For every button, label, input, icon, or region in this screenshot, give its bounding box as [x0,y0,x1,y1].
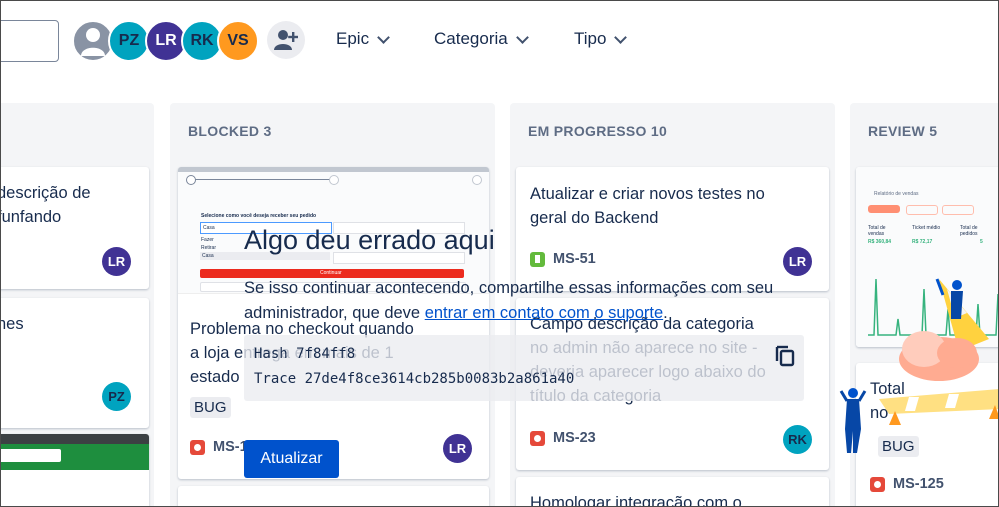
preview-top-bar [178,167,489,172]
board-card[interactable] [178,486,489,506]
preview-stat-value: 5 [980,239,983,245]
add-user-button[interactable] [267,21,305,59]
card-tag: BUG [190,397,231,418]
filter-epic-label: Epic [336,29,370,48]
issue-key-label: MS-125 [893,476,944,492]
copy-icon [775,345,795,367]
issue-key-label: MS-23 [553,430,596,446]
error-illustration [839,278,998,453]
column-title: EM PROGRESSO 10 [528,123,668,139]
card-issue-key[interactable]: MS-51 [530,251,596,267]
card-assignee-avatar[interactable]: LR [443,434,472,463]
card-issue-key[interactable]: MS-23 [530,430,596,446]
preview-step-dot [329,175,339,185]
board-card[interactable]: Homologar integração com o [516,477,829,507]
filter-tipo-label: Tipo [574,29,607,48]
card-assignee-avatar[interactable]: LR [783,247,812,276]
card-title: descrição de funfando [0,184,91,226]
card-title: nes [1,315,24,333]
error-message: Se isso continuar acontecendo, compartil… [244,276,804,326]
preview-option: Fazer [201,237,214,243]
bug-icon [530,430,545,446]
preview-stat-label: Ticket médio [912,225,941,231]
card-issue-key[interactable]: MS-125 [870,476,944,492]
card-assignee-avatar[interactable]: PZ [102,382,131,411]
card-title: Atualizar e criar novos testes no geral … [530,185,765,227]
filter-categoria[interactable]: Categoria [434,29,529,49]
issue-key-label: MS-1 [213,439,248,455]
card-assignee-avatar[interactable]: RK [783,425,812,454]
contact-support-link[interactable]: entrar em contato com o suporte [425,304,663,322]
preview-stat-value: R$ 72,17 [912,239,933,245]
preview-chip [942,205,974,215]
preview-step-dot [472,175,482,185]
avatar-vs[interactable]: VS [217,20,259,62]
preview-chip-active [868,205,900,213]
issue-key-label: MS-51 [553,251,596,267]
board-card-screenshot[interactable] [1,434,149,506]
avatar-pz[interactable]: PZ [108,20,150,62]
preview-browser-bar [1,434,149,444]
user-silhouette-icon [81,28,105,56]
error-trace: Trace 27de4f8ce3614cb285b0083b2a861a40 [254,371,575,387]
board-card[interactable]: Atualizar e criar novos testes no geral … [516,167,829,291]
copy-button[interactable] [774,343,796,367]
preview-heading: Relatório de vendas [874,191,919,197]
column-title: REVIEW 5 [868,123,938,139]
error-title: Algo deu errado aqui [244,225,495,255]
chevron-down-icon [377,30,390,44]
board-card[interactable]: descrição de funfando LR [0,167,149,289]
bug-icon [190,439,205,455]
board-card[interactable]: nes PZ [1,298,149,428]
filter-epic[interactable]: Epic [336,29,390,49]
error-message-end: . [663,304,668,322]
board-frame: PZ LR RK VS Epic Categoria Tipo descriçã… [0,0,999,507]
card-assignee-avatar[interactable]: LR [102,247,131,276]
chevron-down-icon [515,30,529,44]
bug-icon [870,476,885,492]
board-column-partial: descrição de funfando LR nes PZ [0,103,154,506]
refresh-button[interactable]: Atualizar [244,440,339,478]
preview-chip [906,205,938,215]
card-issue-key[interactable]: MS-1 [190,439,248,455]
chevron-down-icon [614,30,628,44]
preview-option: Retirar [201,245,217,251]
preview-stat-label: Total de pedidos [960,225,978,237]
preview-search [1,449,61,462]
preview-stat-value: R$ 360,84 [868,239,892,245]
column-title: BLOCKED 3 [188,123,272,139]
add-user-icon [274,30,298,50]
filter-tipo[interactable]: Tipo [574,29,628,49]
preview-heading: Selecione como você deseja receber seu p… [201,213,317,219]
filter-categoria-label: Categoria [434,29,508,48]
search-input[interactable] [1,20,59,62]
preview-step-dot [186,175,196,185]
error-details-box: Hash 7f84ff8 Trace 27de4f8ce3614cb285b00… [244,335,804,401]
preview-stat-label: Total de vendas [868,225,886,237]
story-icon [530,251,545,267]
error-hash: Hash 7f84ff8 [254,346,356,362]
preview-progress-line [190,179,330,180]
card-title: Homologar integração com o [530,494,742,507]
